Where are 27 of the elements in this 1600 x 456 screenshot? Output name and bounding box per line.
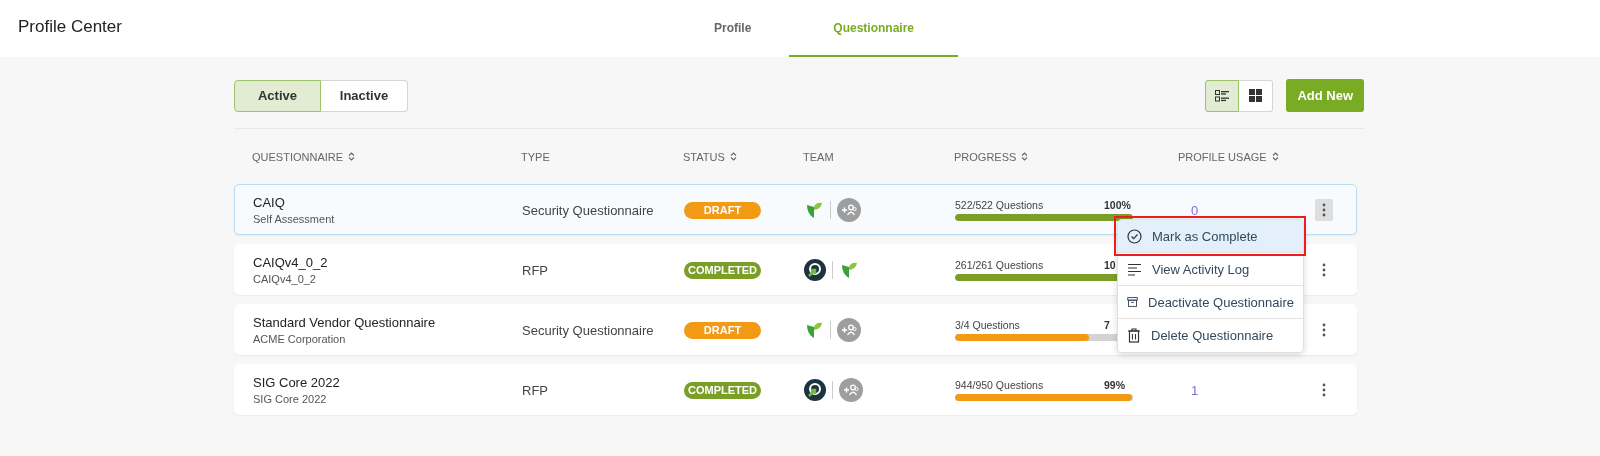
- progress-count: 261/261 Questions: [955, 258, 1044, 271]
- questionnaire-name: CAIQ: [253, 194, 285, 210]
- questionnaire-subtitle: CAIQv4_0_2: [253, 272, 316, 285]
- status-badge: DRAFT: [684, 202, 761, 219]
- type-text: RFP: [522, 262, 548, 278]
- status-badge: COMPLETED: [684, 382, 761, 399]
- questionnaire-name: SIG Core 2022: [253, 374, 340, 390]
- questionnaire-subtitle: SIG Core 2022: [253, 392, 327, 405]
- progress-count: 522/522 Questions: [955, 198, 1044, 211]
- app-title: Profile Center: [18, 17, 122, 37]
- column-header: TEAM: [803, 150, 834, 163]
- questionnaire-name: CAIQv4_0_2: [253, 254, 328, 270]
- type-text: Security Questionnaire: [522, 322, 654, 338]
- type-text: RFP: [522, 382, 548, 398]
- type-text: Security Questionnaire: [522, 202, 654, 218]
- status-badge: COMPLETED: [684, 262, 761, 279]
- progress-count: 944/950 Questions: [955, 378, 1044, 391]
- progress-percent: 99%: [1104, 378, 1126, 391]
- progress-percent: 10: [1104, 258, 1117, 271]
- questionnaire-subtitle: ACME Corporation: [253, 332, 346, 345]
- questionnaire-name: Standard Vendor Questionnaire: [253, 314, 436, 330]
- progress-percent: 100%: [1104, 198, 1132, 211]
- questionnaire-subtitle: Self Assessment: [253, 212, 335, 225]
- progress-percent: 7: [1104, 318, 1111, 331]
- status-badge: DRAFT: [684, 322, 761, 339]
- column-header: TYPE: [521, 150, 550, 163]
- progress-count: 3/4 Questions: [955, 318, 1020, 331]
